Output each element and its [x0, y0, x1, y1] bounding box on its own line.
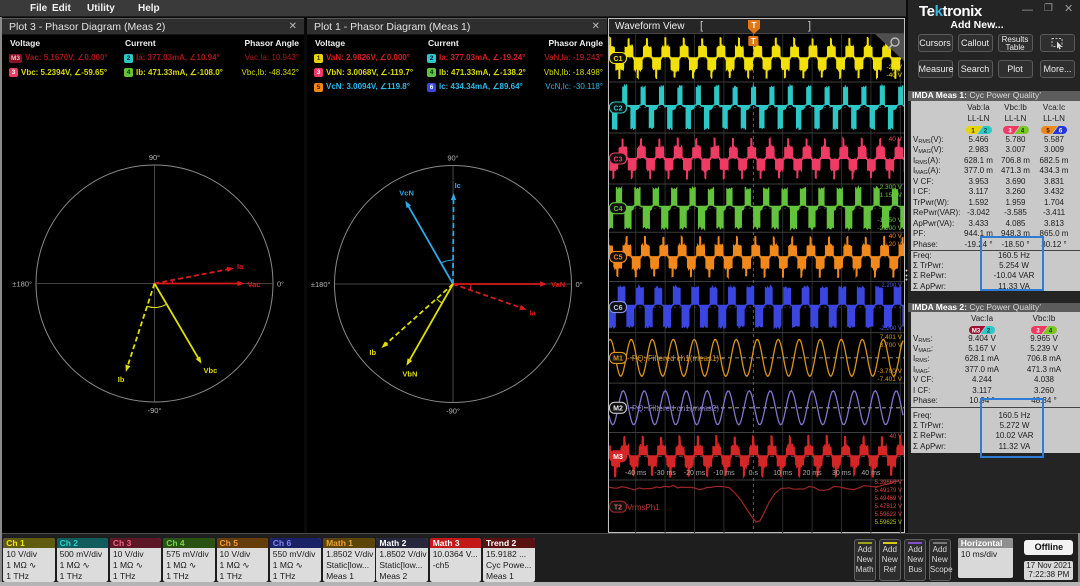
svg-text:5.49179 V: 5.49179 V — [875, 488, 902, 494]
svg-text:-40 ms: -40 ms — [625, 470, 647, 477]
svg-text:-10 ms: -10 ms — [713, 470, 735, 477]
svg-text:C1: C1 — [614, 56, 623, 63]
svg-text:T2: T2 — [614, 505, 622, 512]
svg-text:-40 V: -40 V — [886, 72, 902, 79]
svg-text:VbN: VbN — [402, 370, 417, 379]
svg-text:40 V: 40 V — [889, 136, 903, 143]
svg-text:10 ms: 10 ms — [773, 470, 793, 477]
svg-text:C2: C2 — [614, 105, 623, 112]
svg-text:T: T — [751, 37, 756, 46]
svg-text:- PQ: Filtered ch1(meas1) -: - PQ: Filtered ch1(meas1) - — [627, 354, 724, 363]
svg-text:C5: C5 — [614, 255, 623, 262]
svg-text:90°: 90° — [149, 153, 160, 162]
svg-text:-90°: -90° — [446, 407, 460, 416]
svg-text:Ia: Ia — [530, 309, 537, 318]
svg-text:Vbc: Vbc — [204, 366, 218, 375]
svg-text:0°: 0° — [277, 280, 284, 289]
svg-text:5.59622 V: 5.59622 V — [875, 512, 902, 518]
svg-text:VaN: VaN — [551, 280, 565, 289]
svg-text:Ib: Ib — [118, 375, 125, 384]
svg-text:M3: M3 — [613, 454, 623, 461]
svg-text:C4: C4 — [614, 206, 623, 213]
svg-text:±180°: ±180° — [311, 280, 331, 289]
svg-text:-30 ms: -30 ms — [654, 470, 676, 477]
svg-text:0 s: 0 s — [749, 470, 759, 477]
svg-text:VrmsPh1: VrmsPh1 — [627, 503, 660, 512]
svg-text:VcN: VcN — [399, 189, 414, 198]
svg-text:2.200 V: 2.200 V — [881, 283, 902, 289]
svg-text:M2: M2 — [613, 406, 623, 413]
svg-text:Ia: Ia — [237, 262, 244, 271]
svg-text:20 ms: 20 ms — [803, 470, 823, 477]
svg-text:5.59625 V: 5.59625 V — [875, 520, 902, 526]
svg-text:20 V: 20 V — [889, 241, 903, 248]
svg-text:5.47812 V: 5.47812 V — [875, 504, 902, 510]
svg-text:-20 V: -20 V — [886, 64, 902, 71]
svg-text:-20 ms: -20 ms — [684, 470, 706, 477]
svg-text:-2.300 V: -2.300 V — [877, 225, 902, 232]
svg-text:Ic: Ic — [455, 181, 461, 190]
svg-text:90°: 90° — [447, 154, 458, 163]
svg-text:30 ms: 30 ms — [832, 470, 852, 477]
svg-text:C3: C3 — [614, 156, 623, 163]
svg-text:-3.700 V: -3.700 V — [877, 368, 902, 375]
svg-text:40 ms: 40 ms — [861, 470, 881, 477]
svg-text:2.300 V: 2.300 V — [880, 184, 903, 191]
svg-text:-90°: -90° — [148, 406, 162, 415]
svg-text:1.150 V: 1.150 V — [880, 192, 903, 199]
svg-text:Vac: Vac — [248, 280, 261, 289]
svg-text:±180°: ±180° — [12, 280, 32, 289]
svg-text:3.700 V: 3.700 V — [880, 342, 903, 349]
svg-text:Ib: Ib — [369, 348, 376, 357]
svg-text:M1: M1 — [613, 356, 623, 363]
svg-text:-2.200 V: -2.200 V — [879, 326, 902, 332]
svg-text:40 V: 40 V — [890, 434, 902, 440]
svg-text:7.401 V: 7.401 V — [880, 334, 903, 341]
svg-text:-7.401 V: -7.401 V — [877, 376, 902, 383]
svg-text:0°: 0° — [576, 280, 583, 289]
svg-text:40 V: 40 V — [889, 233, 903, 240]
svg-text:5.49469 V: 5.49469 V — [875, 496, 902, 502]
svg-text:-1.150 V: -1.150 V — [877, 217, 902, 224]
svg-text:C6: C6 — [614, 305, 623, 312]
svg-text:5.39660 V: 5.39660 V — [875, 480, 902, 486]
svg-text:- PQ: Filtered ch1(meas2) -: - PQ: Filtered ch1(meas2) - — [627, 404, 724, 413]
